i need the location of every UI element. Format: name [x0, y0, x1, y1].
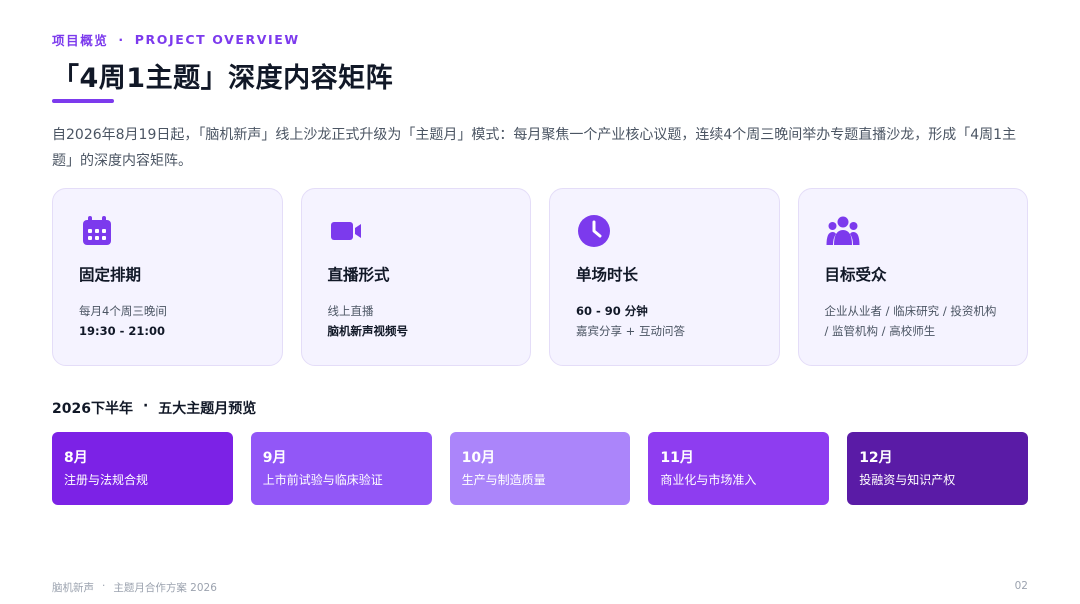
- eyebrow-en: PROJECT OVERVIEW: [134, 32, 300, 47]
- month-label: 11月: [660, 450, 694, 466]
- month-topic: 投融资与知识产权: [859, 473, 956, 487]
- info-cards: 固定排期 每月4个周三晚间 19:30 - 21:00 直播形式 线上直播 脑机…: [52, 188, 1028, 366]
- footer-left: 脑机新声 · 主题月合作方案 2026: [52, 580, 217, 595]
- card-title: 单场时长: [576, 266, 639, 284]
- calendar-icon: [83, 216, 111, 245]
- footer-brand: 脑机新声: [52, 582, 94, 594]
- theme-months: 8月 注册与法规合规 9月 上市前试验与临床验证 10月 生产与制造质量 11月…: [52, 432, 1028, 505]
- card-line-1: 企业从业者 / 临床研究 / 投资机构: [824, 304, 997, 318]
- month-card-sep: 9月 上市前试验与临床验证: [250, 432, 432, 505]
- page-number: 02: [1014, 580, 1028, 592]
- section-title-separator: ·: [142, 398, 149, 414]
- card-line-2: 嘉宾分享 + 互动问答: [576, 324, 685, 338]
- card-line-1: 每月4个周三晚间: [79, 304, 167, 318]
- card-title: 固定排期: [79, 266, 142, 284]
- section-title-left: 2026下半年: [52, 401, 133, 417]
- month-card-dec: 12月 投融资与知识产权: [847, 432, 1028, 505]
- month-label: 9月: [262, 450, 287, 466]
- eyebrow-separator: ·: [118, 32, 125, 47]
- page-title: 「4周1主题」深度内容矩阵: [52, 63, 394, 94]
- month-card-aug: 8月 注册与法规合规: [52, 432, 233, 505]
- card-schedule: 固定排期 每月4个周三晚间 19:30 - 21:00: [52, 188, 283, 366]
- section-title-right: 五大主题月预览: [158, 401, 257, 417]
- video-camera-icon: [330, 222, 361, 240]
- month-topic: 上市前试验与临床验证: [262, 473, 383, 487]
- card-line-1: 线上直播: [327, 304, 374, 318]
- month-label: 8月: [64, 450, 88, 466]
- card-audience: 目标受众 企业从业者 / 临床研究 / 投资机构 / 监管机构 / 高校师生: [797, 188, 1028, 366]
- title-underline: [52, 99, 114, 103]
- card-title: 目标受众: [824, 266, 887, 284]
- section-title: 2026下半年 · 五大主题月预览: [52, 398, 256, 418]
- card-line-2: / 监管机构 / 高校师生: [824, 324, 936, 338]
- month-topic: 商业化与市场准入: [660, 473, 757, 487]
- card-format: 直播形式 线上直播 脑机新声视频号: [300, 188, 531, 366]
- card-duration: 单场时长 60 - 90 分钟 嘉宾分享 + 互动问答: [549, 188, 780, 366]
- month-card-nov: 11月 商业化与市场准入: [648, 432, 830, 505]
- footer-separator: ·: [102, 580, 106, 592]
- footer-doc-title: 主题月合作方案 2026: [113, 582, 217, 594]
- eyebrow: 项目概览 · PROJECT OVERVIEW: [52, 30, 300, 49]
- eyebrow-cn: 项目概览: [52, 33, 109, 48]
- audience-icon: [826, 216, 859, 245]
- month-label: 10月: [461, 450, 496, 466]
- intro-paragraph: 自2026年8月19日起，「脑机新声」线上沙龙正式升级为「主题月」模式：每月聚焦…: [52, 127, 1017, 169]
- card-title: 直播形式: [327, 266, 390, 284]
- month-topic: 注册与法规合规: [64, 473, 149, 487]
- card-line-2: 19:30 - 21:00: [79, 324, 165, 338]
- card-line-2: 脑机新声视频号: [327, 324, 409, 338]
- clock-icon: [578, 215, 610, 247]
- card-line-1: 60 - 90 分钟: [576, 304, 648, 318]
- month-topic: 生产与制造质量: [461, 473, 546, 487]
- month-card-oct: 10月 生产与制造质量: [449, 432, 631, 505]
- month-label: 12月: [859, 450, 893, 466]
